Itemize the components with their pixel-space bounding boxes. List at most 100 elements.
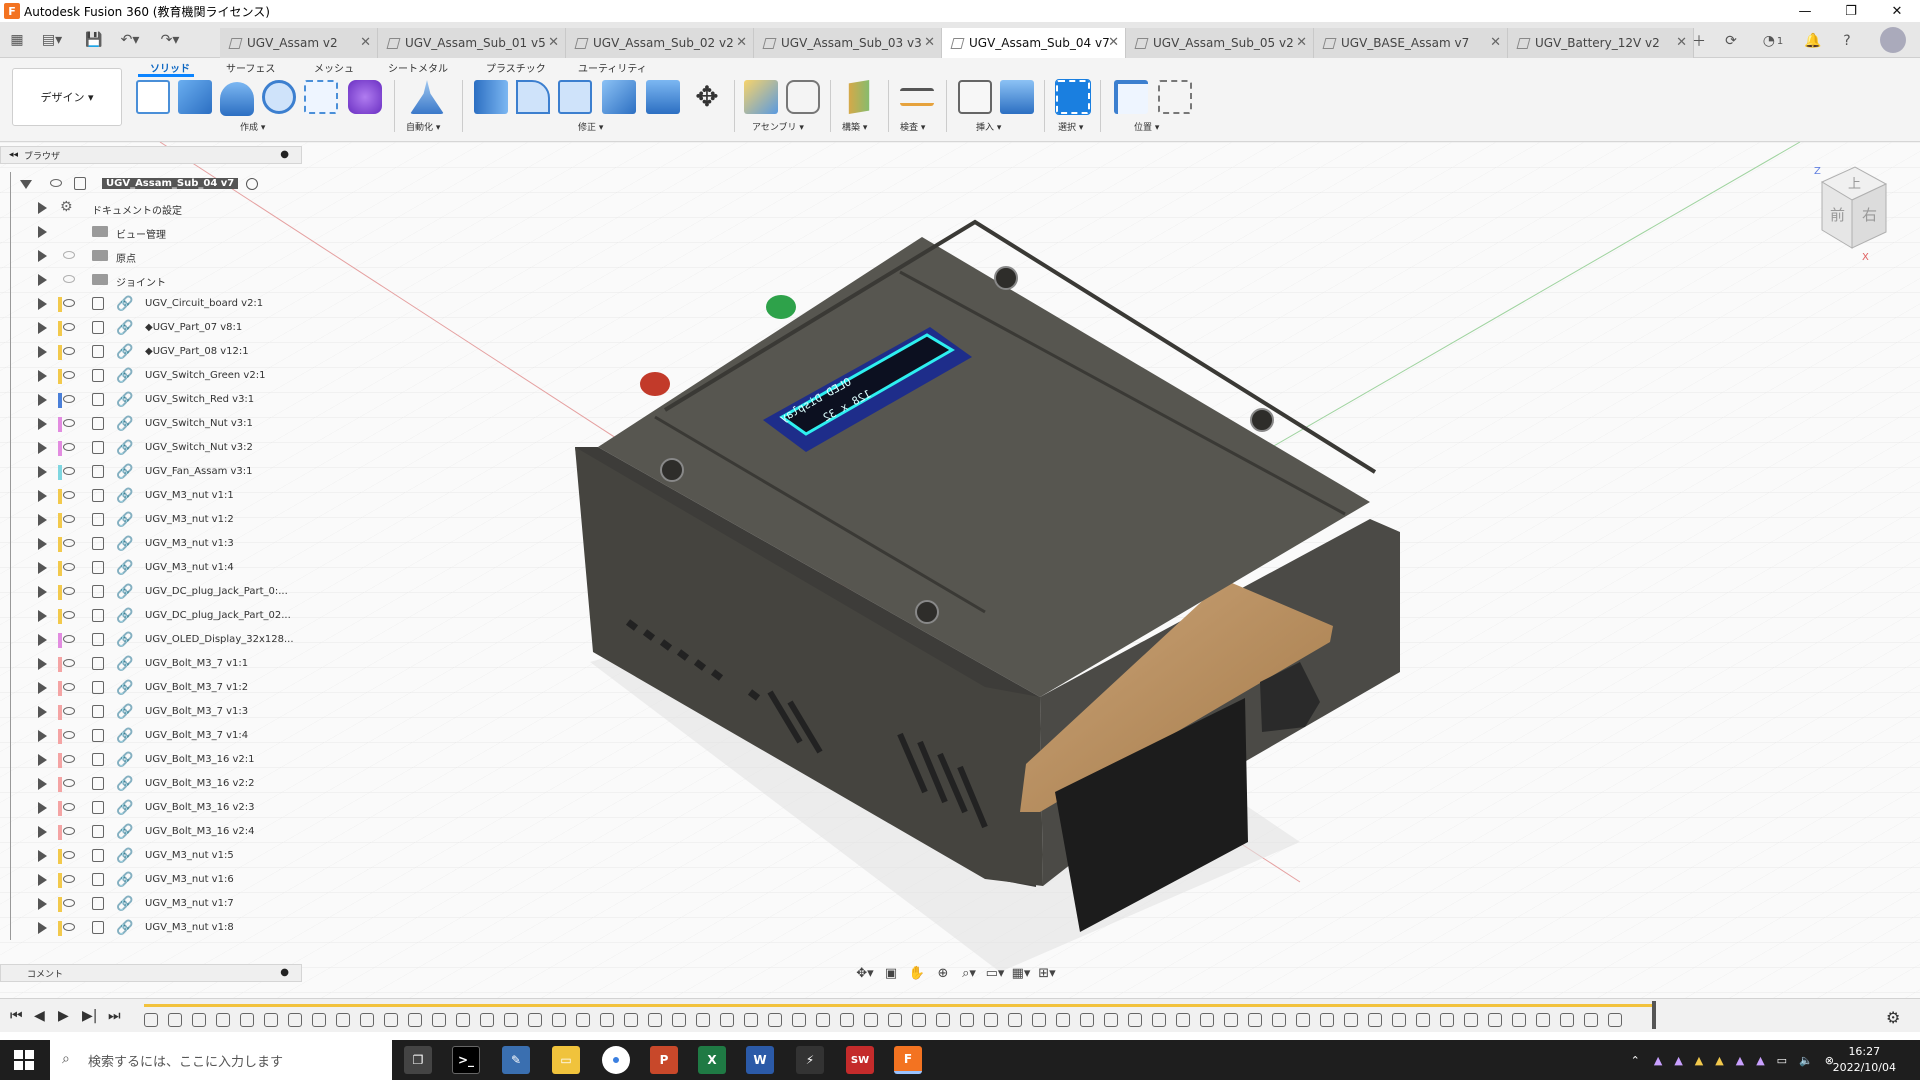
visibility-eye-icon[interactable] [63, 683, 75, 691]
visibility-eye-icon[interactable] [63, 347, 75, 355]
visibility-eye-icon[interactable] [63, 635, 75, 643]
redo-icon[interactable]: ↷▾ [156, 30, 184, 50]
expand-arrow-icon[interactable] [38, 610, 47, 622]
tree-scrollbar[interactable] [10, 172, 11, 940]
visibility-eye-icon[interactable] [63, 707, 75, 715]
timeline-feature-icon[interactable] [1488, 1013, 1502, 1027]
create-group-label[interactable]: 作成 ▾ [240, 120, 265, 133]
expand-arrow-icon[interactable] [38, 442, 47, 454]
timeline-feature-icon[interactable] [312, 1013, 326, 1027]
ws-tab-solid[interactable]: ソリッド [150, 60, 190, 75]
timeline-feature-icon[interactable] [1032, 1013, 1046, 1027]
extensions-icon[interactable]: ◔ 1 [1756, 30, 1790, 52]
move-copy-icon[interactable]: ✥ [690, 80, 724, 114]
browser-tree-row[interactable]: 🔗 UGV_M3_nut v1:6 [0, 868, 302, 892]
document-tab[interactable]: UGV_Assam_Sub_05 v2 ✕ [1126, 28, 1314, 58]
volume-icon[interactable]: 🔈 [1799, 1054, 1813, 1067]
visibility-eye-icon[interactable] [63, 851, 75, 859]
close-tab-icon[interactable]: ✕ [1676, 35, 1687, 50]
undo-icon[interactable]: ↶▾ [116, 30, 144, 50]
revolve-icon[interactable] [220, 82, 254, 116]
timeline-feature-icon[interactable] [1320, 1013, 1334, 1027]
browser-tree-row[interactable]: 🔗 UGV_Switch_Nut v3:1 [0, 412, 302, 436]
game-app-icon[interactable]: ⚡ [796, 1046, 824, 1074]
timeline-feature-icon[interactable] [720, 1013, 734, 1027]
automate-icon[interactable] [410, 80, 444, 114]
expand-arrow-icon[interactable] [38, 514, 47, 526]
timeline-feature-icon[interactable] [792, 1013, 806, 1027]
job-status-icon[interactable]: ⟳ [1720, 30, 1742, 52]
expand-arrow-icon[interactable] [38, 706, 47, 718]
modify-group-label[interactable]: 修正 ▾ [578, 120, 603, 133]
tray-chevron-icon[interactable]: ⌃ [1631, 1054, 1640, 1067]
comment-panel-header[interactable]: コメント ● [0, 964, 302, 982]
split-body-icon[interactable] [646, 80, 680, 114]
expand-arrow-icon[interactable] [38, 874, 47, 886]
assemble-group-label[interactable]: アセンブリ ▾ [752, 120, 804, 133]
help-icon[interactable]: ? [1836, 30, 1858, 52]
timeline-feature-icon[interactable] [768, 1013, 782, 1027]
combine-icon[interactable] [602, 80, 636, 114]
browser-tree-row[interactable]: 🔗 UGV_DC_plug_Jack_Part_02... [0, 604, 302, 628]
fillet-icon[interactable] [516, 80, 550, 114]
visibility-eye-icon[interactable] [63, 275, 75, 283]
joint-icon[interactable] [786, 80, 820, 114]
timeline-feature-icon[interactable] [1104, 1013, 1118, 1027]
revert-position-icon[interactable] [1158, 80, 1192, 114]
timeline-feature-icon[interactable] [504, 1013, 518, 1027]
timeline-feature-icon[interactable] [840, 1013, 854, 1027]
visibility-eye-icon[interactable] [63, 875, 75, 883]
shell-icon[interactable] [558, 80, 592, 114]
notifications-bell-icon[interactable]: 🔔 [1802, 30, 1824, 52]
close-tab-icon[interactable]: ✕ [548, 35, 559, 50]
visibility-eye-icon[interactable] [63, 539, 75, 547]
visibility-eye-icon[interactable] [63, 899, 75, 907]
orbit-icon[interactable]: ✥▾ [855, 964, 875, 982]
expand-arrow-icon[interactable] [38, 226, 47, 238]
timeline-feature-icon[interactable] [1512, 1013, 1526, 1027]
expand-arrow-icon[interactable] [38, 466, 47, 478]
close-tab-icon[interactable]: ✕ [1108, 35, 1119, 50]
timeline-feature-icon[interactable] [1344, 1013, 1358, 1027]
clock[interactable]: 16:27 2022/10/04 [1833, 1044, 1896, 1076]
select-icon[interactable] [1055, 79, 1091, 115]
document-tab[interactable]: UGV_Assam_Sub_01 v5 ✕ [378, 28, 566, 58]
form-icon[interactable] [348, 80, 382, 114]
extrude-icon[interactable] [178, 80, 212, 114]
insert-derive-icon[interactable] [958, 80, 992, 114]
timeline-feature-icon[interactable] [336, 1013, 350, 1027]
browser-tree-row[interactable]: 🔗 UGV_Bolt_M3_16 v2:2 [0, 772, 302, 796]
browser-tree-row[interactable]: 🔗 UGV_Bolt_M3_7 v1:1 [0, 652, 302, 676]
visibility-eye-icon[interactable] [63, 755, 75, 763]
tray-app-icon[interactable]: ▲ [1674, 1054, 1682, 1067]
timeline-feature-icon[interactable] [456, 1013, 470, 1027]
timeline-feature-icon[interactable] [744, 1013, 758, 1027]
visibility-eye-icon[interactable] [63, 587, 75, 595]
taskview-icon[interactable]: ❐ [404, 1046, 432, 1074]
timeline-feature-icon[interactable] [1248, 1013, 1262, 1027]
visibility-eye-icon[interactable] [63, 251, 75, 259]
timeline-feature-icon[interactable] [576, 1013, 590, 1027]
insert-group-label[interactable]: 挿入 ▾ [976, 120, 1001, 133]
timeline-track[interactable] [144, 1004, 1654, 1027]
close-tab-icon[interactable]: ✕ [736, 35, 747, 50]
visibility-eye-icon[interactable] [63, 323, 75, 331]
fit-icon[interactable]: ⌕▾ [959, 964, 979, 982]
collapse-browser-icon[interactable]: ◂◂ [9, 150, 18, 160]
fusion-taskbar-icon[interactable]: F [894, 1046, 922, 1074]
grid-settings-icon[interactable]: ▦▾ [1011, 964, 1031, 982]
workspace-switcher-button[interactable]: デザイン ▾ [12, 68, 122, 126]
visibility-eye-icon[interactable] [63, 923, 75, 931]
visibility-eye-icon[interactable] [63, 491, 75, 499]
expand-arrow-icon[interactable] [38, 682, 47, 694]
browser-tree-row[interactable]: 原点 [0, 244, 302, 268]
timeline-marker[interactable] [1652, 1001, 1656, 1029]
timeline-feature-icon[interactable] [1392, 1013, 1406, 1027]
taskbar-search-input[interactable]: ⌕ 検索するには、ここに入力します [50, 1040, 392, 1080]
network-icon[interactable]: ▭ [1777, 1054, 1787, 1067]
expand-arrow-icon[interactable] [38, 754, 47, 766]
timeline-first-icon[interactable]: ⏮ [10, 1008, 23, 1024]
visibility-eye-icon[interactable] [63, 731, 75, 739]
ws-tab-surface[interactable]: サーフェス [226, 60, 275, 75]
expand-arrow-icon[interactable] [38, 898, 47, 910]
